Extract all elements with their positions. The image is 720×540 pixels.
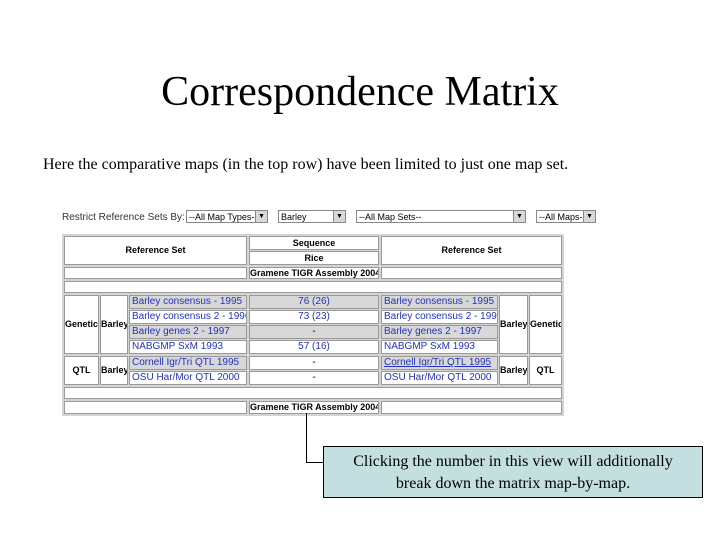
slide-title: Correspondence Matrix (161, 69, 559, 115)
species-value: Barley (281, 212, 307, 222)
barley-label-right: Barley (499, 295, 528, 354)
matrix-screenshot: Restrict Reference Sets By: --All Map Ty… (60, 206, 596, 422)
left-map-link[interactable]: Barley consensus 2 - 1996 (129, 310, 247, 324)
map-type-value: --All Map Types-- (189, 212, 258, 222)
rice-header: Rice (249, 251, 379, 265)
spacer-row (64, 387, 562, 399)
callout-line-2: break down the matrix map-by-map. (395, 475, 631, 492)
assembly-header-top: Gramene TIGR Assembly 2004 (249, 267, 379, 279)
spacer-row (64, 281, 562, 293)
maps-value: --All Maps-- (539, 212, 586, 222)
right-map-link[interactable]: Barley genes 2 - 1997 (381, 325, 498, 339)
right-map-link[interactable]: Cornell Igr/Tri QTL 1995 (381, 356, 498, 370)
left-reference-set-header: Reference Set (64, 236, 247, 265)
callout-connector-vertical (306, 413, 307, 463)
species-select[interactable]: Barley ▼ (278, 210, 346, 223)
map-type-select[interactable]: --All Map Types-- ▼ (186, 210, 268, 223)
callout-connector-horizontal (306, 462, 323, 463)
correspondence-count: - (249, 371, 379, 385)
chevron-down-icon: ▼ (333, 211, 345, 222)
sequence-header: Sequence (249, 236, 379, 250)
barley-qtl-label-right: Barley (499, 356, 528, 385)
left-map-link[interactable]: NABGMP SxM 1993 (129, 340, 247, 354)
correspondence-count-link[interactable]: 73 (23) (249, 310, 379, 324)
right-map-link[interactable]: NABGMP SxM 1993 (381, 340, 498, 354)
left-map-link[interactable]: OSU Har/Mor QTL 2000 (129, 371, 247, 385)
maps-select[interactable]: --All Maps-- ▼ (536, 210, 596, 223)
chevron-down-icon: ▼ (583, 211, 595, 222)
blank-cell (64, 267, 247, 279)
correspondence-matrix: Reference Set Sequence Rice Reference Se… (62, 234, 564, 416)
qtl-label-left: QTL (64, 356, 99, 385)
right-reference-set-header: Reference Set (381, 236, 562, 265)
map-set-select[interactable]: --All Map Sets-- ▼ (356, 210, 526, 223)
correspondence-count-link[interactable]: 57 (16) (249, 340, 379, 354)
genetic-label-left: Genetic (64, 295, 99, 354)
right-map-link[interactable]: OSU Har/Mor QTL 2000 (381, 371, 498, 385)
qtl-label-right: QTL (529, 356, 562, 385)
blank-cell (64, 401, 247, 414)
blank-cell (381, 401, 562, 414)
slide-description: Here the comparative maps (in the top ro… (43, 156, 569, 173)
assembly-header-bottom: Gramene TIGR Assembly 2004 (249, 401, 379, 414)
map-set-value: --All Map Sets-- (359, 212, 422, 222)
left-map-link[interactable]: Barley consensus - 1995 (129, 295, 247, 309)
callout-box: Clicking the number in this view will ad… (323, 446, 703, 498)
correspondence-count: - (249, 356, 379, 370)
right-map-link[interactable]: Barley consensus 2 - 1996 (381, 310, 498, 324)
chevron-down-icon: ▼ (513, 211, 525, 222)
barley-label-left: Barley (100, 295, 128, 354)
right-map-link[interactable]: Barley consensus - 1995 (381, 295, 498, 309)
correspondence-count-link[interactable]: 76 (26) (249, 295, 379, 309)
left-map-link[interactable]: Barley genes 2 - 1997 (129, 325, 247, 339)
chevron-down-icon: ▼ (255, 211, 267, 222)
left-map-link[interactable]: Cornell Igr/Tri QTL 1995 (129, 356, 247, 370)
blank-cell (381, 267, 562, 279)
correspondence-count: - (249, 325, 379, 339)
restrict-label: Restrict Reference Sets By: (62, 212, 185, 223)
callout-line-1: Clicking the number in this view will ad… (353, 453, 673, 470)
barley-qtl-label-left: Barley (100, 356, 128, 385)
genetic-label-right: Genetic (529, 295, 562, 354)
